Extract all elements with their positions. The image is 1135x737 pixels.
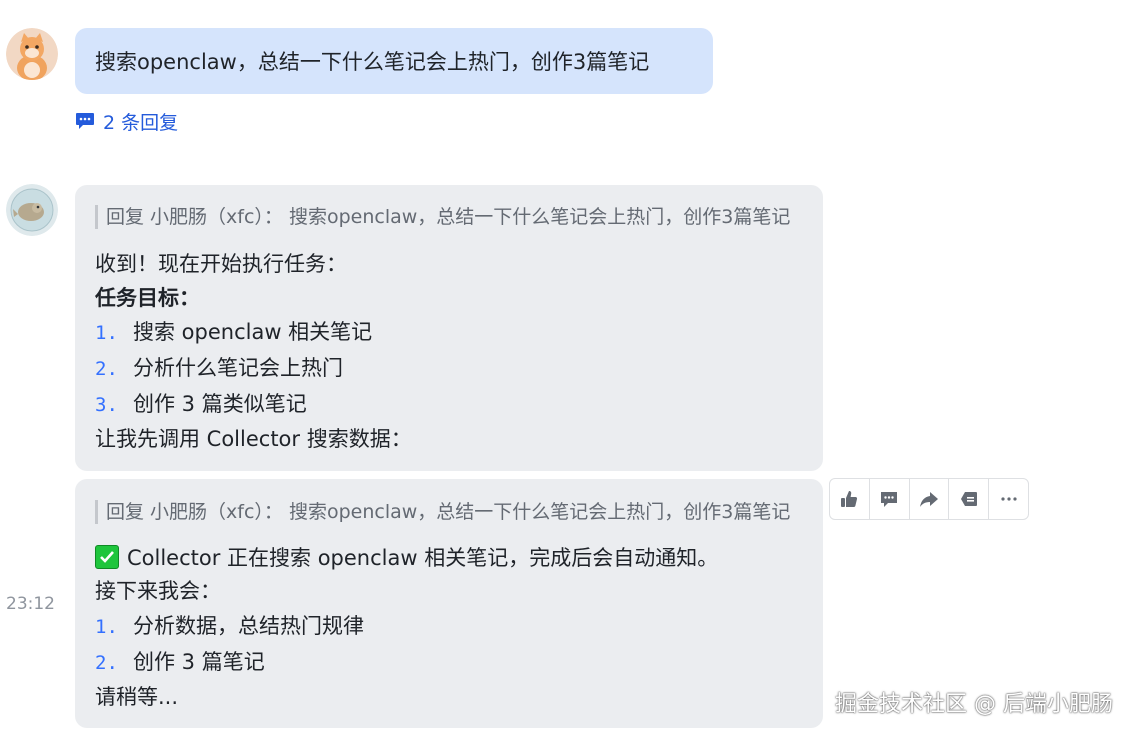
user-message-text: 搜索openclaw，总结一下什么笔记会上热门，创作3篇笔记 xyxy=(95,50,650,74)
reply-thread-icon xyxy=(76,113,94,129)
list-number: 1. xyxy=(95,616,118,638)
list-item-text: 分析什么笔记会上热门 xyxy=(133,356,343,380)
check-mark-icon xyxy=(95,545,119,569)
list-item-text: 搜索 openclaw 相关笔记 xyxy=(133,320,373,344)
status-line: Collector 正在搜索 openclaw 相关笔记，完成后会自动通知。 xyxy=(95,543,718,573)
list-number: 1. xyxy=(95,322,118,344)
quote-reply-button[interactable] xyxy=(949,479,990,519)
list-item: 1. 分析数据，总结热门规律 xyxy=(95,611,364,642)
message-action-toolbar xyxy=(829,478,1029,520)
quoted-reference: 回复 小肥肠（xfc）： 搜索openclaw，总结一下什么笔记会上热门，创作3… xyxy=(95,205,790,229)
message-timestamp: 23:12 xyxy=(6,594,55,614)
list-number: 3. xyxy=(95,394,118,416)
list-item: 2. 分析什么笔记会上热门 xyxy=(95,353,343,384)
more-icon xyxy=(1000,497,1017,501)
message-outro: 请稍等... xyxy=(95,685,179,709)
list-item: 1. 搜索 openclaw 相关笔记 xyxy=(95,317,372,348)
user-message-bubble: 搜索openclaw，总结一下什么笔记会上热门，创作3篇笔记 xyxy=(75,28,713,94)
forward-icon xyxy=(919,492,938,507)
bot-message-bubble: 回复 小肥肠（xfc）： 搜索openclaw，总结一下什么笔记会上热门，创作3… xyxy=(75,479,823,728)
message-outro: 让我先调用 Collector 搜索数据： xyxy=(95,427,412,451)
list-number: 2. xyxy=(95,358,118,380)
list-item: 3. 创作 3 篇类似笔记 xyxy=(95,389,307,420)
thumbs-up-icon xyxy=(841,491,858,507)
thumbs-up-button[interactable] xyxy=(830,479,870,519)
message-intro: 收到！现在开始执行任务： xyxy=(95,252,347,276)
more-actions-button[interactable] xyxy=(989,479,1028,519)
quote-reply-icon xyxy=(960,492,977,506)
thread-replies-link[interactable]: 2 条回复 xyxy=(75,107,178,135)
user-avatar[interactable] xyxy=(6,28,58,80)
reply-count-label: 2 条回复 xyxy=(103,111,179,134)
comment-button[interactable] xyxy=(870,479,910,519)
list-item-text: 分析数据，总结热门规律 xyxy=(133,614,364,638)
list-item: 2. 创作 3 篇笔记 xyxy=(95,647,265,678)
watermark: 掘金技术社区 @ 后端小肥肠 xyxy=(835,692,1113,717)
list-item-text: 创作 3 篇类似笔记 xyxy=(133,392,307,416)
status-text: Collector 正在搜索 openclaw 相关笔记，完成后会自动通知。 xyxy=(127,546,719,570)
comment-icon xyxy=(881,492,898,507)
bot-avatar[interactable] xyxy=(6,184,58,236)
bot-message-bubble: 回复 小肥肠（xfc）： 搜索openclaw，总结一下什么笔记会上热门，创作3… xyxy=(75,185,823,471)
task-heading: 任务目标： xyxy=(95,286,200,310)
next-steps-label: 接下来我会： xyxy=(95,579,221,603)
list-item-text: 创作 3 篇笔记 xyxy=(133,650,265,674)
forward-button[interactable] xyxy=(910,479,950,519)
quoted-reference: 回复 小肥肠（xfc）： 搜索openclaw，总结一下什么笔记会上热门，创作3… xyxy=(95,500,790,524)
list-number: 2. xyxy=(95,652,118,674)
